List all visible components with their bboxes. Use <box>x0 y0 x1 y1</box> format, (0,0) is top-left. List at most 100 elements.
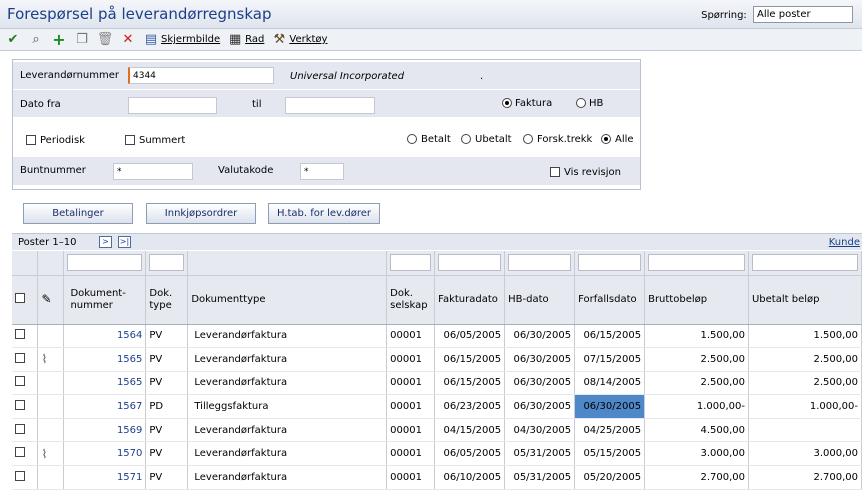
grid-icon: ▦ <box>229 32 242 47</box>
table-row[interactable]: 1567 PD Tilleggsfaktura 00001 06/23/2005 06/3… <box>12 394 862 419</box>
hb-date-header[interactable]: HB-dato <box>504 275 576 325</box>
cell-doc-company: 00001 <box>386 371 436 396</box>
cell-doc-no: 1569 <box>63 418 147 443</box>
attachment-icon: ✎ <box>41 291 52 306</box>
cell-unpaid: 2.700,00 <box>748 465 862 490</box>
due-date-header[interactable]: Forfallsdato <box>574 275 646 325</box>
query-select[interactable]: Alle poster <box>753 6 853 23</box>
row-checkbox[interactable] <box>15 400 25 411</box>
select-all-checkbox[interactable] <box>15 292 25 303</box>
cell-gross: 3.000,00 <box>644 441 749 467</box>
table-row[interactable]: 1569 PV Leverandørfaktura 00001 04/15/2005 04… <box>12 418 862 443</box>
checkmark-icon: ✔ <box>7 32 19 47</box>
supplier-input[interactable]: 4344 <box>128 67 274 84</box>
batch-label: Buntnummer <box>20 165 86 176</box>
revision-checkbox[interactable] <box>550 167 560 177</box>
unpaid-radio[interactable] <box>461 134 471 144</box>
row-checkbox[interactable] <box>15 423 25 434</box>
hb-radio[interactable] <box>576 98 586 108</box>
row-checkbox[interactable] <box>15 447 25 458</box>
due-date-filter[interactable] <box>578 254 642 272</box>
doc-no-header[interactable]: Dokument-nummer <box>63 275 147 325</box>
htab-button[interactable]: H.tab. for lev.dører <box>268 203 380 224</box>
cell-invoice-date: 06/05/2005 <box>434 441 506 467</box>
cell-gross: 2.700,00 <box>644 465 749 490</box>
row-menu[interactable]: ▦ Rad <box>227 32 264 48</box>
periodic-checkbox[interactable] <box>26 135 36 145</box>
row-control-cell <box>37 465 65 490</box>
cell-doc-type-name: Leverandørfaktura <box>187 347 388 372</box>
find-button[interactable]: ⌕ <box>28 32 44 48</box>
row-control-cell <box>12 347 39 372</box>
cell-gross: 2.500,00 <box>644 347 749 372</box>
prepay-label: Forsk.trekk <box>537 134 593 145</box>
paperclip-icon[interactable]: ⌇ <box>41 352 47 366</box>
filter-cell <box>748 251 862 276</box>
date-from-input[interactable] <box>128 97 217 114</box>
hb-date-filter[interactable] <box>508 254 572 272</box>
summed-checkbox[interactable] <box>125 135 135 145</box>
row-checkbox[interactable] <box>15 352 25 363</box>
filter-row <box>12 251 862 276</box>
invoice-date-header[interactable]: Fakturadato <box>434 275 506 325</box>
next-page-button[interactable]: > <box>99 236 112 248</box>
row-checkbox[interactable] <box>15 470 25 481</box>
date-to-input[interactable] <box>285 97 375 114</box>
gross-header[interactable]: Bruttobeløp <box>644 275 749 325</box>
unpaid-header[interactable]: Ubetalt beløp <box>748 275 862 325</box>
doc-company-header[interactable]: Dok. selskap <box>386 275 436 325</box>
last-page-button[interactable]: >| <box>118 236 131 248</box>
paid-radio[interactable] <box>407 134 417 144</box>
table-row[interactable]: ⌇ 1570 PV Leverandørfaktura 00001 06/05/2005 0… <box>12 441 862 467</box>
cancel-button[interactable]: ✕ <box>120 32 136 48</box>
table-row[interactable]: ⌇ 1565 PV Leverandørfaktura 00001 06/15/2005 0… <box>12 347 862 372</box>
row-checkbox[interactable] <box>15 329 25 340</box>
filter-panel: Leverandørnummer 4344 Universal Incorpor… <box>12 59 641 190</box>
screen-menu[interactable]: ▤ Skjermbilde <box>143 32 220 48</box>
batch-row: Buntnummer * Valutakode * Vis revisjon <box>13 157 640 185</box>
ok-button[interactable]: ✔ <box>5 32 21 48</box>
paging-label: Poster 1–10 <box>18 237 77 248</box>
paperclip-icon[interactable]: ⌇ <box>41 447 47 461</box>
cell-doc-type-name: Leverandørfaktura <box>187 441 388 467</box>
row-control-cell <box>37 418 65 443</box>
delete-button[interactable]: 🗑 <box>96 32 114 48</box>
payments-button[interactable]: Betalinger <box>23 203 133 224</box>
cell-doc-no: 1565 <box>63 347 147 372</box>
tools-menu[interactable]: ⚒ Verktøy <box>271 32 328 48</box>
cell-doc-type: PV <box>145 441 189 467</box>
cell-hb-date: 06/30/2005 <box>504 324 576 349</box>
add-button[interactable]: + <box>51 30 67 49</box>
prepay-radio[interactable] <box>523 134 533 144</box>
currency-input[interactable]: * <box>300 163 344 180</box>
cell-hb-date: 04/30/2005 <box>504 418 576 443</box>
gross-filter[interactable] <box>648 254 745 272</box>
unpaid-label: Ubetalt <box>475 134 512 145</box>
cell-doc-type: PV <box>145 418 189 443</box>
cell-doc-company: 00001 <box>386 441 436 467</box>
doc-type-name-header[interactable]: Dokumenttype <box>187 275 388 325</box>
table-row[interactable]: 1564 PV Leverandørfaktura 00001 06/05/2005 06… <box>12 324 862 349</box>
all-radio[interactable] <box>601 134 611 144</box>
table-row[interactable]: 1571 PV Leverandørfaktura 00001 06/10/2005 05… <box>12 465 862 490</box>
unpaid-filter[interactable] <box>751 254 858 272</box>
copy-button[interactable]: ❐ <box>74 32 90 48</box>
cell-invoice-date: 04/15/2005 <box>434 418 506 443</box>
cell-doc-type-name: Leverandørfaktura <box>187 324 388 349</box>
doc-type-filter[interactable] <box>149 254 185 272</box>
table-row[interactable]: 1565 PV Leverandørfaktura 00001 06/15/2005 06… <box>12 371 862 396</box>
row-checkbox[interactable] <box>15 376 25 387</box>
doc-company-filter[interactable] <box>390 254 432 272</box>
invoice-date-filter[interactable] <box>438 254 502 272</box>
purchase-orders-button[interactable]: Innkjøpsordrer <box>146 203 256 224</box>
doc-type-header[interactable]: Dok. type <box>145 275 189 325</box>
batch-input[interactable]: * <box>113 163 193 180</box>
cell-due-date: 06/30/2005 <box>574 394 646 419</box>
cell-doc-no: 1567 <box>63 394 147 419</box>
invoice-radio[interactable] <box>502 98 512 108</box>
trash-icon: 🗑 <box>96 32 114 47</box>
cell-unpaid: 2.500,00 <box>748 347 862 372</box>
customize-link[interactable]: Kunde <box>829 237 860 248</box>
doc-no-filter[interactable] <box>67 254 143 272</box>
supplier-name-dot: . <box>480 71 484 82</box>
